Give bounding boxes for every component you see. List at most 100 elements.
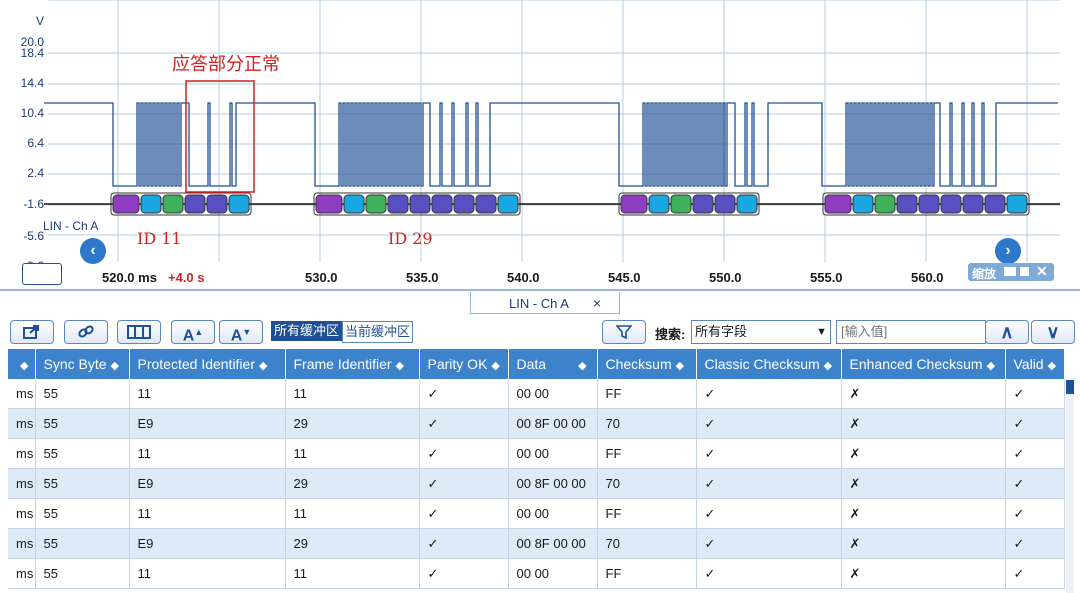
decode-field	[714, 194, 736, 214]
tab-lin-ch-a[interactable]: LIN - Ch A ×	[470, 292, 620, 314]
table-row[interactable]: ms 55 11 11 ✓ 00 00 FF ✓ ✗ ✓	[8, 498, 1065, 529]
cell-protected-id: 11	[129, 498, 286, 529]
cell-data: 00 00	[508, 498, 598, 529]
decode-field	[918, 194, 940, 214]
column-header-time[interactable]: ◆	[8, 349, 36, 379]
decode-field	[112, 194, 140, 214]
link-icon	[78, 325, 94, 338]
cell-enhanced-checksum: ✗	[841, 438, 1006, 469]
cell-enhanced-checksum: ✗	[841, 408, 1006, 439]
column-header[interactable]: Frame Identifier ◆	[285, 349, 420, 379]
column-header[interactable]: Parity OK ◆	[419, 349, 509, 379]
decode-field	[984, 194, 1006, 214]
column-header[interactable]: Checksum ◆	[597, 349, 697, 379]
zoom-close-icon[interactable]: ✕	[1036, 263, 1048, 280]
column-header[interactable]: Sync Byte ◆	[35, 349, 130, 379]
search-prev-button[interactable]: ∧	[985, 320, 1029, 344]
y-tick: 18.4	[20, 46, 44, 60]
decode-field	[206, 194, 228, 214]
search-input[interactable]	[836, 320, 986, 344]
column-header[interactable]: Classic Checksum ◆	[696, 349, 842, 379]
table-row[interactable]: ms 55 E9 29 ✓ 00 8F 00 00 70 ✓ ✗ ✓	[8, 408, 1065, 439]
decode-field	[670, 194, 692, 214]
decode-field	[140, 194, 162, 214]
table-row[interactable]: ms 55 E9 29 ✓ 00 8F 00 00 70 ✓ ✗ ✓	[8, 468, 1065, 499]
zoom-maximize-icon[interactable]	[1020, 267, 1029, 276]
zoom-label: 缩放	[972, 267, 997, 281]
sort-icon: ◆	[578, 360, 587, 372]
decode-field	[940, 194, 962, 214]
decode-field	[736, 194, 758, 214]
column-header[interactable]: Protected Identifier ◆	[129, 349, 286, 379]
chevron-down-icon: ∨	[1046, 322, 1060, 342]
search-field-select[interactable]: 所有字段 ▼	[691, 320, 831, 344]
table-row[interactable]: ms 55 E9 29 ✓ 00 8F 00 00 70 ✓ ✗ ✓	[8, 528, 1065, 559]
column-header[interactable]: Valid ◆	[1005, 349, 1065, 379]
filter-button[interactable]	[602, 320, 646, 344]
cell-protected-id: 11	[129, 379, 286, 409]
decode-field	[431, 194, 453, 214]
channel-label: LIN - Ch A	[43, 219, 99, 233]
column-header[interactable]: Data ◆	[508, 349, 598, 379]
cell-sync-byte: 55	[35, 498, 130, 529]
cell-enhanced-checksum: ✗	[841, 528, 1006, 559]
sort-icon: ◆	[259, 360, 268, 372]
cell-data: 00 00	[508, 379, 598, 409]
cell-checksum: 70	[597, 468, 697, 499]
cell-data: 00 8F 00 00	[508, 408, 598, 439]
table-row[interactable]: ms 55 11 11 ✓ 00 00 FF ✓ ✗ ✓	[8, 558, 1065, 589]
x-tick: 555.0	[810, 270, 843, 285]
sort-icon: ◆	[1047, 360, 1057, 372]
decode-field	[620, 194, 648, 214]
columns-button[interactable]	[117, 320, 161, 344]
filter-icon	[615, 325, 633, 340]
cell-classic-checksum: ✓	[696, 528, 842, 559]
table-row[interactable]: ms 55 11 11 ✓ 00 00 FF ✓ ✗ ✓	[8, 438, 1065, 469]
cell-sync-byte: 55	[35, 408, 130, 439]
sort-icon: ◆	[675, 360, 685, 372]
scroll-thumb[interactable]	[1066, 380, 1074, 394]
y-tick: 6.4	[27, 136, 44, 150]
cell-enhanced-checksum: ✗	[841, 379, 1006, 409]
waveform-view[interactable]: V 20.0 18.4 14.4 10.4 6.4 2.4 -1.6 -5.6 …	[0, 0, 1080, 290]
font-increase-icon: A	[182, 327, 195, 345]
close-icon[interactable]: ×	[593, 295, 601, 311]
cell-time: ms	[8, 558, 36, 589]
table-row[interactable]: ms 55 11 11 ✓ 00 00 FF ✓ ✗ ✓	[8, 379, 1065, 409]
cell-protected-id: 11	[129, 438, 286, 469]
font-increase-button[interactable]: A▲	[171, 320, 215, 344]
zoom-minimize-icon[interactable]	[1004, 267, 1016, 276]
cell-sync-byte: 55	[35, 468, 130, 499]
scroll-left-button[interactable]: ‹	[80, 238, 106, 264]
zoom-bar[interactable]: 缩放 ✕	[968, 263, 1054, 281]
decode-field	[1006, 194, 1028, 214]
sort-icon: ◆	[491, 360, 500, 372]
cell-time: ms	[8, 408, 36, 439]
buffer-current-toggle[interactable]: 当前缓冲区	[342, 321, 413, 343]
cell-classic-checksum: ✓	[696, 558, 842, 589]
buffer-all-toggle[interactable]: 所有缓冲区	[271, 321, 342, 341]
scroll-right-button[interactable]: ›	[995, 238, 1021, 264]
decode-field	[387, 194, 409, 214]
cell-classic-checksum: ✓	[696, 498, 842, 529]
x-tick: 530.0	[305, 270, 338, 285]
cell-parity-ok: ✓	[419, 379, 509, 409]
x-tick: 540.0	[507, 270, 540, 285]
search-next-button[interactable]: ∨	[1031, 320, 1075, 344]
decode-field	[453, 194, 475, 214]
ruler-button[interactable]	[22, 263, 62, 285]
font-decrease-button[interactable]: A▼	[219, 320, 263, 344]
cell-checksum: FF	[597, 379, 697, 409]
cell-classic-checksum: ✓	[696, 438, 842, 469]
cell-sync-byte: 55	[35, 528, 130, 559]
chevron-down-icon: ▼	[816, 326, 827, 338]
table-scrollbar[interactable]	[1066, 380, 1074, 593]
column-header[interactable]: Enhanced Checksum ◆	[841, 349, 1006, 379]
tab-label: LIN - Ch A	[509, 296, 569, 311]
link-button[interactable]	[64, 320, 108, 344]
x-tick: 560.0	[911, 270, 944, 285]
x-tick: 550.0	[709, 270, 742, 285]
cell-checksum: FF	[597, 498, 697, 529]
pane-divider[interactable]	[0, 289, 1080, 291]
export-button[interactable]	[10, 320, 54, 344]
